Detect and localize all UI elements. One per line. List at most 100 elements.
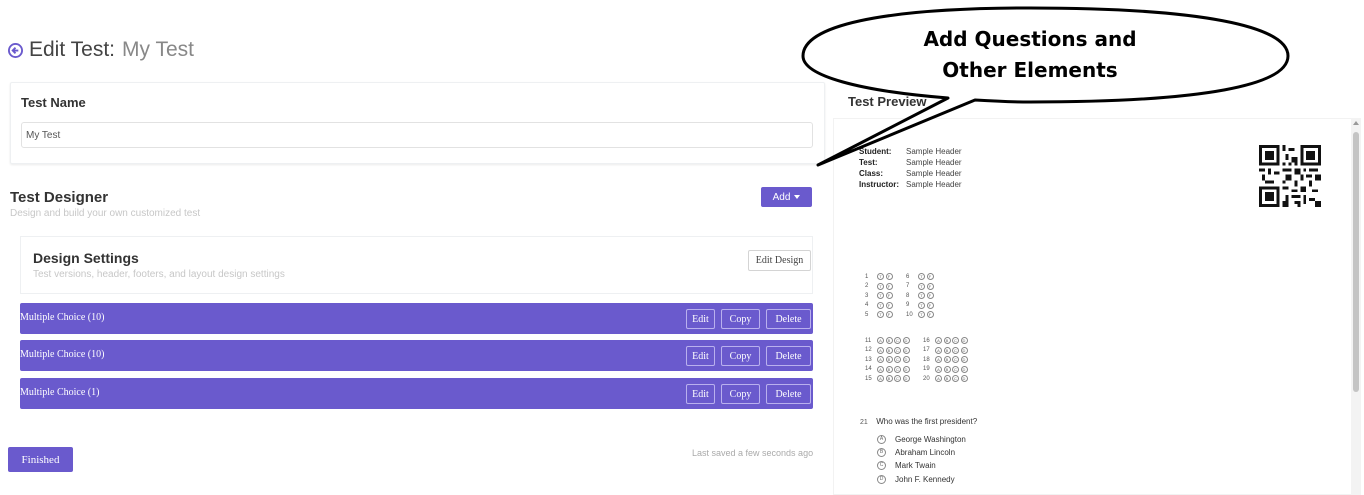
preview-header-value: Sample Header	[906, 169, 962, 178]
question-number: 3	[865, 292, 869, 299]
answer-bubble: C	[894, 356, 901, 364]
preview-header-value: Sample Header	[906, 180, 962, 189]
answer-bubble: B	[885, 346, 893, 354]
page-title-prefix: Edit Test:	[29, 38, 115, 61]
answer-bubble: T	[918, 292, 925, 300]
answer-grid-row: 1 T F 6 T F	[865, 272, 935, 282]
answer-bubble: B	[943, 375, 951, 383]
question-number: 8	[906, 292, 910, 299]
design-settings-panel: Design Settings Test versions, header, f…	[20, 236, 813, 294]
choice-text: John F. Kennedy	[895, 474, 955, 484]
question-number: 2	[865, 283, 869, 290]
answer-bubble: T	[918, 282, 925, 290]
answer-bubble: A	[877, 356, 884, 364]
preview-header-key: Instructor:	[859, 180, 899, 189]
answer-grid-row: 15 A B C D 20 A B C D	[865, 374, 969, 384]
test-preview-title: Test Preview	[848, 94, 927, 109]
answer-bubble: F	[885, 301, 893, 309]
answer-bubble: D	[902, 346, 910, 354]
edit-design-button[interactable]: Edit Design	[748, 250, 811, 271]
answer-bubble: B	[885, 356, 893, 364]
preview-choice: D John F. Kennedy	[877, 473, 966, 486]
question-number: 11	[865, 337, 872, 344]
preview-header-value: Sample Header	[906, 158, 962, 167]
answer-bubble: A	[935, 375, 942, 383]
preview-choice: C Mark Twain	[877, 459, 966, 472]
page-title-test-name: My Test	[122, 38, 194, 61]
question-number: 15	[865, 375, 872, 382]
section-copy-button[interactable]: Copy	[721, 309, 760, 329]
preview-scrollbar[interactable]	[1351, 118, 1361, 495]
section-copy-button[interactable]: Copy	[721, 384, 760, 404]
section-edit-button[interactable]: Edit	[686, 346, 715, 366]
test-preview-pane: Student: Sample Header Test: Sample Head…	[833, 118, 1359, 495]
answer-bubble: F	[926, 282, 934, 290]
section-row: Multiple Choice (10) Edit Copy Delete	[20, 303, 813, 334]
answer-bubble: C	[952, 346, 959, 354]
section-delete-button[interactable]: Delete	[766, 384, 811, 404]
question-number: 9	[906, 302, 910, 309]
answer-grid-row: 5 T F 10 T F	[865, 310, 935, 320]
section-copy-button[interactable]: Copy	[721, 346, 760, 366]
section-edit-button[interactable]: Edit	[686, 309, 715, 329]
answer-bubble: T	[918, 301, 925, 309]
answer-bubble: B	[943, 337, 951, 345]
question-number: 13	[865, 356, 872, 363]
answer-bubble: F	[926, 301, 934, 309]
section-delete-button[interactable]: Delete	[766, 309, 811, 329]
back-arrow-circle-icon[interactable]	[8, 42, 23, 58]
test-name-input[interactable]	[21, 122, 813, 148]
preview-choice: A George Washington	[877, 433, 966, 446]
finished-button[interactable]: Finished	[8, 447, 73, 472]
answer-bubble: B	[943, 365, 951, 373]
answer-bubble: A	[935, 346, 942, 354]
page-title: Edit Test: My Test	[8, 38, 194, 62]
answer-bubble: A	[935, 356, 942, 364]
answer-grid-multiple-choice: 11 A B C D 16 A B C D 12 A B C D 17 A B …	[865, 336, 969, 384]
answer-bubble: D	[902, 337, 910, 345]
answer-bubble: C	[894, 346, 901, 354]
test-name-label: Test Name	[21, 95, 86, 110]
preview-header-table: Student: Sample Header Test: Sample Head…	[859, 146, 962, 190]
test-name-card: Test Name	[10, 82, 825, 164]
scroll-up-icon[interactable]	[1353, 121, 1359, 125]
question-number: 18	[923, 356, 930, 363]
answer-grid-row: 3 T F 8 T F	[865, 291, 935, 301]
answer-bubble: D	[960, 337, 968, 345]
choice-text: George Washington	[895, 435, 966, 445]
answer-grid-row: 14 A B C D 19 A B C D	[865, 365, 969, 375]
preview-header-row: Student: Sample Header	[859, 146, 962, 157]
answer-bubble: D	[960, 365, 968, 373]
section-delete-button[interactable]: Delete	[766, 346, 811, 366]
add-element-button[interactable]: Add	[761, 187, 812, 207]
question-number: 5	[865, 311, 869, 318]
answer-bubble: C	[952, 365, 959, 373]
answer-bubble: C	[894, 375, 901, 383]
answer-bubble: D	[960, 356, 968, 364]
question-number: 20	[923, 375, 930, 382]
section-label: Multiple Choice (1)	[20, 387, 100, 398]
section-row: Multiple Choice (10) Edit Copy Delete	[20, 340, 813, 371]
answer-bubble: B	[885, 365, 893, 373]
answer-bubble: A	[877, 365, 884, 373]
scrollbar-thumb[interactable]	[1353, 132, 1359, 392]
preview-choices: A George Washington B Abraham Lincoln C …	[877, 433, 966, 486]
answer-bubble: F	[885, 311, 893, 319]
answer-bubble: A	[935, 337, 942, 345]
answer-bubble: B	[885, 337, 893, 345]
answer-bubble: C	[952, 356, 959, 364]
question-number: 14	[865, 366, 872, 373]
choice-bubble: C	[877, 461, 886, 471]
answer-bubble: T	[877, 273, 884, 281]
choice-text: Mark Twain	[895, 461, 936, 471]
preview-header-value: Sample Header	[906, 147, 962, 156]
section-edit-button[interactable]: Edit	[686, 384, 715, 404]
answer-grid-true-false: 1 T F 6 T F 2 T F 7 T F 3 T F 8 T F 4 T …	[865, 272, 935, 320]
question-number: 12	[865, 347, 872, 354]
answer-bubble: D	[902, 375, 910, 383]
answer-bubble: F	[885, 292, 893, 300]
answer-bubble: F	[885, 282, 893, 290]
answer-bubble: T	[918, 273, 925, 281]
answer-bubble: C	[894, 365, 901, 373]
preview-header-key: Test:	[859, 158, 878, 167]
